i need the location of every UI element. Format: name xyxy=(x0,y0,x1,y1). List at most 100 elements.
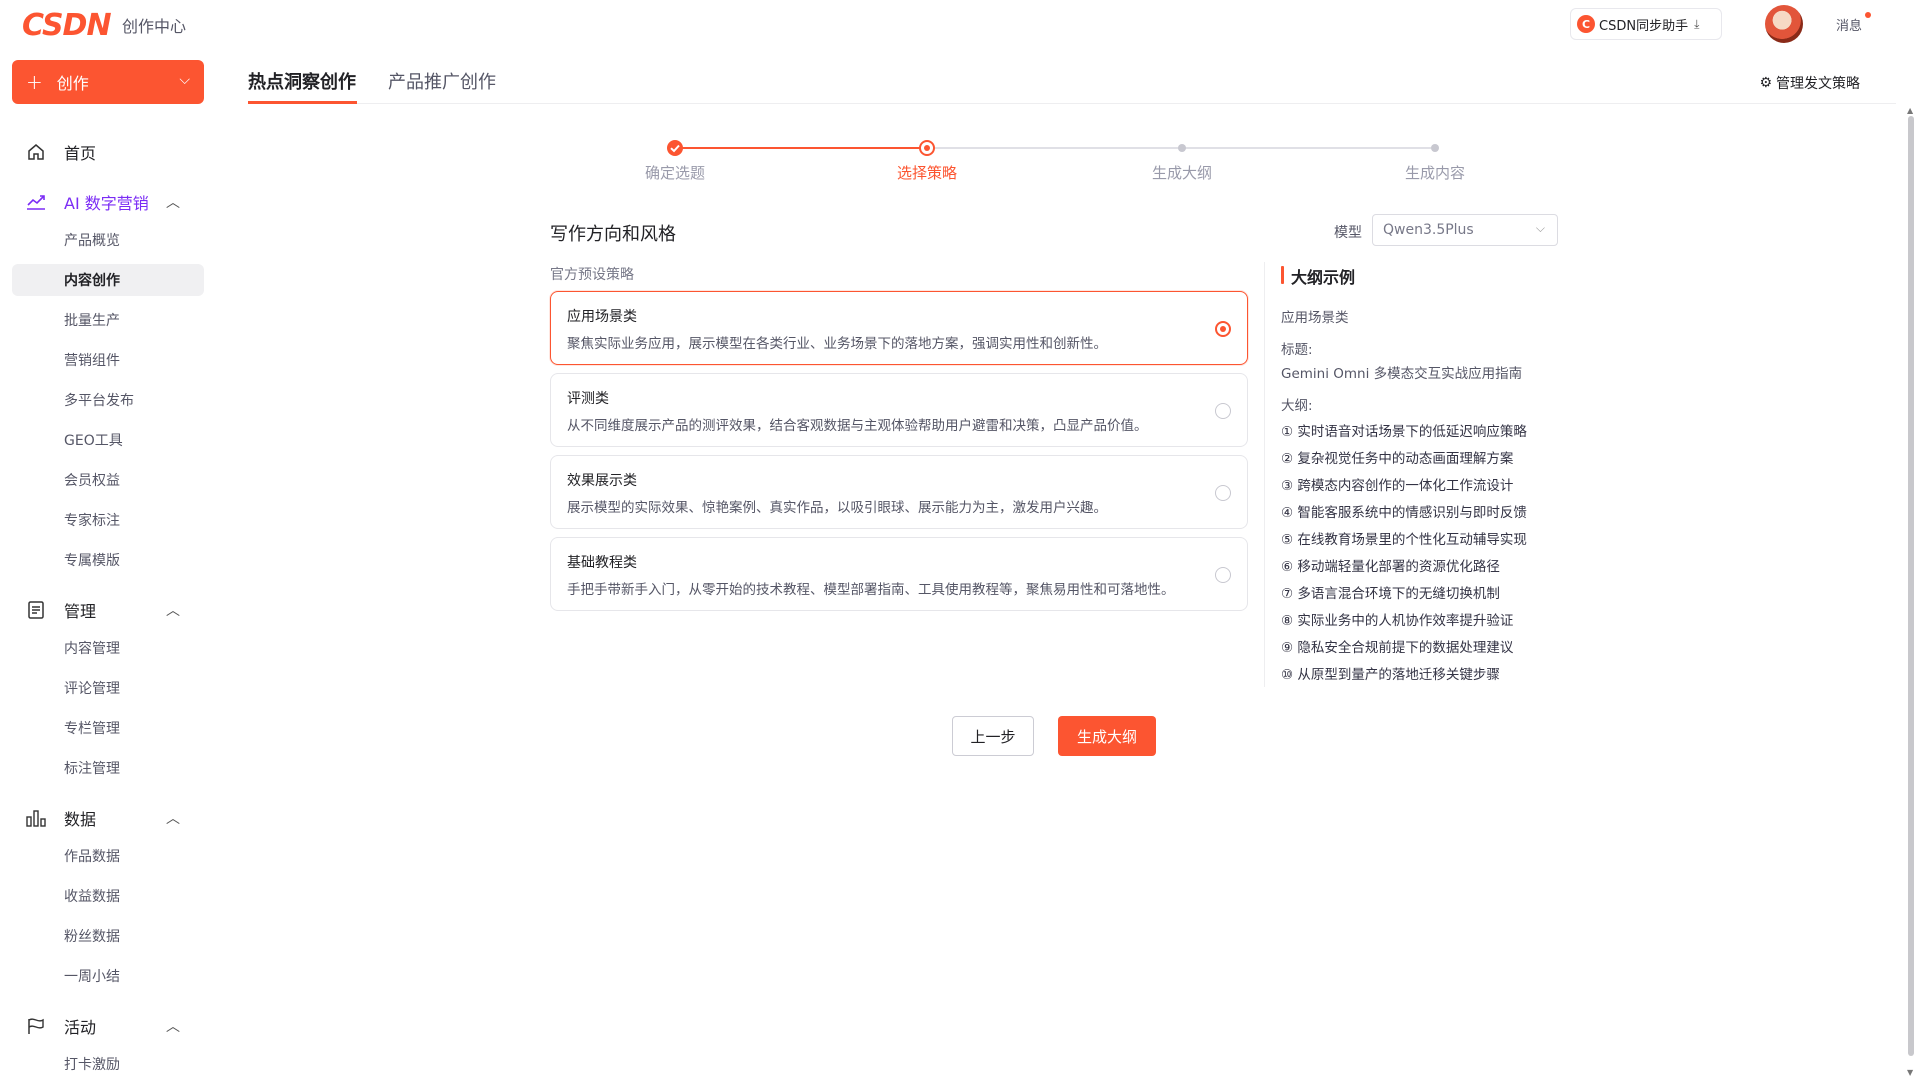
outline-heading-value: Gemini Omni 多模态交互实战应用指南 xyxy=(1281,366,1523,382)
scroll-down-arrow-icon[interactable]: ▼ xyxy=(1907,1068,1913,1077)
bar-chart-icon xyxy=(24,806,48,830)
outline-item: ⑦ 多语言混合环境下的无缝切换机制 xyxy=(1281,586,1500,602)
scroll-up-arrow-icon[interactable]: ▲ xyxy=(1907,106,1913,115)
gear-icon: ⚙ xyxy=(1759,75,1772,91)
sidebar-item-geo-tools[interactable]: GEO工具 xyxy=(12,424,204,456)
sidebar-group-label: 活动 xyxy=(64,1018,97,1037)
outline-list-label: 大纲: xyxy=(1281,398,1313,414)
strategy-card-application[interactable]: 应用场景类 聚焦实际业务应用，展示模型在各类行业、业务场景下的落地方案，强调实用… xyxy=(550,291,1248,365)
sidebar-item-label: 首页 xyxy=(64,144,97,163)
outline-heading-label: 标题: xyxy=(1281,342,1313,358)
outline-item: ④ 智能客服系统中的情感识别与即时反馈 xyxy=(1281,505,1527,521)
strategy-card-showcase[interactable]: 效果展示类 展示模型的实际效果、惊艳案例、真实作品，以吸引眼球、展示能力为主，激… xyxy=(550,455,1248,529)
sidebar-item-revenue-data[interactable]: 收益数据 xyxy=(12,880,204,912)
scrollbar-thumb[interactable] xyxy=(1908,116,1914,1056)
avatar[interactable] xyxy=(1765,5,1803,43)
sidebar-item-member-benefits[interactable]: 会员权益 xyxy=(12,464,204,496)
strategy-card-tutorial[interactable]: 基础教程类 手把手带新手入门，从零开始的技术教程、模型部署指南、工具使用教程等，… xyxy=(550,537,1248,611)
strategy-title: 效果展示类 xyxy=(567,473,637,489)
sidebar-item-weekly-summary[interactable]: 一周小结 xyxy=(12,960,204,992)
step-connector-done xyxy=(675,147,927,149)
strategy-description: 聚焦实际业务应用，展示模型在各类行业、业务场景下的落地方案，强调实用性和创新性。 xyxy=(567,336,1107,352)
chevron-up-icon: ︿ xyxy=(166,1019,180,1035)
step-pending-dot xyxy=(1431,144,1439,152)
messages-link[interactable]: 消息 xyxy=(1836,15,1862,34)
sidebar-item-home[interactable]: 首页 xyxy=(24,140,96,164)
create-button[interactable]: + 创作 ⌵ xyxy=(12,60,204,104)
step-current-dot xyxy=(919,140,935,156)
active-tab-indicator xyxy=(248,101,357,104)
sidebar-item-fans-data[interactable]: 粉丝数据 xyxy=(12,920,204,952)
strategy-description: 从不同维度展示产品的测评效果，结合客观数据与主观体验帮助用户避雷和决策，凸显产品… xyxy=(567,418,1148,434)
strategy-radio[interactable] xyxy=(1215,485,1231,501)
csdn-sync-assistant-button[interactable]: C CSDN同步助手 ⤓ xyxy=(1570,8,1722,40)
strategy-radio[interactable] xyxy=(1215,321,1231,337)
sidebar-group-manage[interactable]: 管理 ︿ xyxy=(24,598,180,622)
csdn-logo[interactable]: CSDN xyxy=(22,8,112,43)
step-label: 生成大纲 xyxy=(1151,164,1212,182)
outline-example-title: 大纲示例 xyxy=(1281,264,1355,288)
strategy-title: 评测类 xyxy=(567,391,609,407)
strategy-radio[interactable] xyxy=(1215,567,1231,583)
sidebar-item-multi-platform-publish[interactable]: 多平台发布 xyxy=(12,384,204,416)
outline-category: 应用场景类 xyxy=(1281,310,1349,326)
plus-icon: + xyxy=(26,70,43,94)
sidebar-group-data[interactable]: 数据 ︿ xyxy=(24,806,180,830)
strategy-title: 基础教程类 xyxy=(567,555,637,571)
outline-example-panel: 大纲示例 应用场景类 标题: Gemini Omni 多模态交互实战应用指南 大… xyxy=(1264,262,1564,687)
strategy-card-review[interactable]: 评测类 从不同维度展示产品的测评效果，结合客观数据与主观体验帮助用户避雷和决策，… xyxy=(550,373,1248,447)
sidebar-item-column-management[interactable]: 专栏管理 xyxy=(12,712,204,744)
page-scrollbar[interactable] xyxy=(1906,104,1916,1080)
sidebar-item-content-creation[interactable]: 内容创作 xyxy=(12,264,204,296)
sidebar-item-batch-production[interactable]: 批量生产 xyxy=(12,304,204,336)
download-icon: ⤓ xyxy=(1694,16,1700,31)
chevron-down-icon: ⌵ xyxy=(1535,221,1545,235)
sidebar-item-expert-annotation[interactable]: 专家标注 xyxy=(12,504,204,536)
brand-subtitle: 创作中心 xyxy=(122,17,187,36)
sidebar-item-content-management[interactable]: 内容管理 xyxy=(12,632,204,664)
step-label: 确定选题 xyxy=(644,164,705,182)
create-button-label: 创作 xyxy=(56,74,89,93)
top-bar: CSDN 创作中心 C CSDN同步助手 ⤓ 消息 xyxy=(0,0,1920,48)
strategy-description: 展示模型的实际效果、惊艳案例、真实作品，以吸引眼球、展示能力为主，激发用户兴趣。 xyxy=(567,500,1107,516)
tab-product-promotion[interactable]: 产品推广创作 xyxy=(388,68,496,94)
model-label: 模型 xyxy=(1334,225,1362,241)
sidebar-item-product-overview[interactable]: 产品概览 xyxy=(12,224,204,256)
step-label: 生成内容 xyxy=(1404,164,1465,182)
sidebar-item-comment-management[interactable]: 评论管理 xyxy=(12,672,204,704)
model-select[interactable]: Qwen3.5Plus ⌵ xyxy=(1372,214,1558,246)
outline-item: ② 复杂视觉任务中的动态画面理解方案 xyxy=(1281,451,1514,467)
sidebar-item-marketing-components[interactable]: 营销组件 xyxy=(12,344,204,376)
sidebar-group-label: 数据 xyxy=(64,810,97,829)
tab-hotspot-insight[interactable]: 热点洞察创作 xyxy=(248,68,356,94)
unread-dot xyxy=(1865,12,1871,18)
chevron-up-icon: ︿ xyxy=(166,811,180,827)
step-pending-dot xyxy=(1178,144,1186,152)
chevron-up-icon: ︿ xyxy=(166,603,180,619)
csdn-c-icon: C xyxy=(1577,15,1595,33)
creation-tabs: 热点洞察创作 产品推广创作 ⚙ 管理发文策略 xyxy=(248,48,1896,104)
sidebar-group-activities[interactable]: 活动 ︿ xyxy=(24,1014,180,1038)
model-select-value: Qwen3.5Plus xyxy=(1383,222,1474,238)
previous-step-button[interactable]: 上一步 xyxy=(952,716,1034,756)
preset-strategy-label: 官方预设策略 xyxy=(550,267,634,283)
sidebar-item-annotation-management[interactable]: 标注管理 xyxy=(12,752,204,784)
chevron-up-icon: ︿ xyxy=(166,195,180,211)
outline-item: ⑤ 在线教育场景里的个性化互动辅导实现 xyxy=(1281,532,1527,548)
strategy-title: 应用场景类 xyxy=(567,309,637,325)
progress-stepper: 确定选题 选择策略 生成大纲 生成内容 xyxy=(640,140,1465,190)
sidebar-item-check-in-incentive[interactable]: 打卡激励 xyxy=(12,1048,204,1080)
strategy-radio[interactable] xyxy=(1215,403,1231,419)
sync-button-label: CSDN同步助手 xyxy=(1599,18,1689,34)
step-done-check-icon xyxy=(667,140,683,156)
outline-item: ⑨ 隐私安全合规前提下的数据处理建议 xyxy=(1281,640,1514,656)
sidebar-group-ai-marketing[interactable]: AI 数字营销 ︿ xyxy=(24,190,180,214)
outline-item: ⑧ 实际业务中的人机协作效率提升验证 xyxy=(1281,613,1514,629)
manage-strategy-link[interactable]: ⚙ 管理发文策略 xyxy=(1759,73,1860,93)
home-icon xyxy=(24,140,48,164)
sidebar-item-work-data[interactable]: 作品数据 xyxy=(12,840,204,872)
generate-outline-button[interactable]: 生成大纲 xyxy=(1058,716,1156,756)
outline-item: ⑩ 从原型到量产的落地迁移关键步骤 xyxy=(1281,667,1500,683)
outline-item: ⑥ 移动端轻量化部署的资源优化路径 xyxy=(1281,559,1500,575)
sidebar-item-exclusive-templates[interactable]: 专属模版 xyxy=(12,544,204,576)
